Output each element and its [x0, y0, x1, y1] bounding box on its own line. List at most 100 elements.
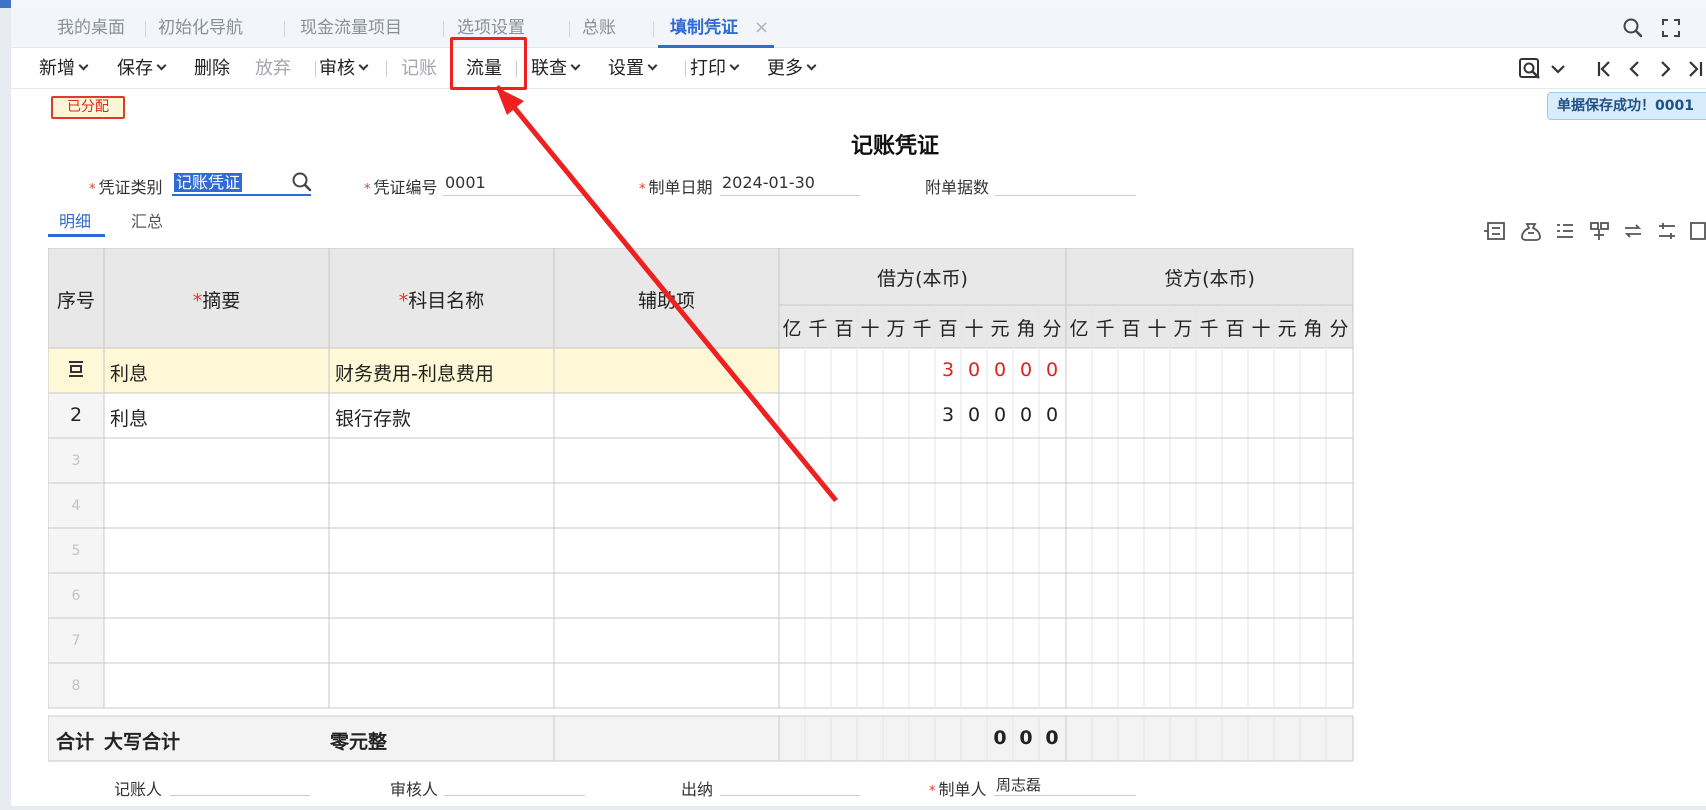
debit-unit-header: 千 [912, 318, 932, 340]
tab-detail[interactable]: 明细 [59, 208, 91, 232]
split-icon[interactable] [1590, 222, 1609, 240]
row-seq: 3 [71, 453, 81, 469]
bottom-strip [11, 806, 1706, 810]
credit-unit-header: 百 [1121, 318, 1141, 340]
credit-unit-header: 千 [1095, 318, 1115, 340]
tab-summary[interactable]: 汇总 [131, 208, 163, 232]
audit-button-label: 审核 [319, 58, 355, 79]
settings-button[interactable]: 设置 [608, 48, 658, 89]
adjust-icon[interactable] [1659, 223, 1675, 239]
date-input[interactable]: 2024-01-30 [720, 170, 860, 196]
active-tab-indicator [48, 234, 105, 237]
tab-separator [653, 21, 654, 37]
tab-bar: 我的桌面 初始化导航 现金流量项目 选项设置 总账 填制凭证 × [11, 8, 1706, 48]
last-record-icon[interactable] [1682, 56, 1706, 82]
print-button[interactable]: 打印 [690, 48, 740, 89]
first-record-icon[interactable] [1592, 56, 1618, 82]
toolbar-separator [386, 61, 387, 77]
header-summary: *摘要 [104, 286, 329, 313]
next-record-icon[interactable] [1652, 56, 1678, 82]
list-edit-icon[interactable] [1557, 224, 1573, 238]
toolbar: 新增 保存 删除 放弃 审核 记账 流量 联查 设置 打印 更多 [11, 48, 1706, 89]
post-button[interactable]: 记账 [401, 48, 437, 89]
debit-digit: 0 [993, 359, 1007, 381]
credit-unit-header: 角 [1303, 318, 1323, 340]
debit-unit-header: 十 [964, 318, 984, 340]
row-background [48, 663, 1353, 708]
debit-unit-header: 十 [860, 318, 880, 340]
chevron-down-icon [78, 60, 89, 71]
search-icon[interactable] [290, 170, 314, 194]
header-account: *科目名称 [329, 286, 554, 313]
credit-unit-header: 十 [1251, 318, 1271, 340]
audit-button[interactable]: 审核 [319, 48, 369, 89]
preparer-label: * 制单人 [929, 776, 987, 800]
tab-close-icon[interactable]: × [754, 8, 769, 48]
save-button-label: 保存 [117, 58, 153, 79]
required-mark: * [192, 290, 203, 312]
left-side-strip [0, 0, 11, 810]
exchange-icon[interactable] [1624, 224, 1642, 238]
toolbar-separator [685, 61, 686, 77]
header-seq: 序号 [56, 290, 95, 312]
row-seq: 4 [71, 498, 81, 514]
tab-fill-voucher[interactable]: 填制凭证 [658, 8, 774, 48]
row-insert-icon[interactable] [67, 360, 85, 378]
money-bag-icon[interactable] [1521, 223, 1541, 241]
header-summary-text: 摘要 [202, 290, 241, 312]
header-auxiliary: 辅助项 [637, 290, 695, 312]
debit-unit-header: 万 [886, 318, 906, 340]
preparer-label-text: 制单人 [938, 780, 987, 799]
attachments-input[interactable] [995, 170, 1136, 196]
required-mark: * [639, 182, 646, 197]
bookkeeper-input[interactable] [170, 774, 310, 796]
number-label: * 凭证编号 [364, 174, 438, 198]
insert-row-icon[interactable] [1484, 222, 1505, 240]
row-summary[interactable]: 利息 [110, 404, 148, 431]
uppercase-total-label: 大写合计 [104, 731, 181, 753]
date-label: * 制单日期 [639, 174, 713, 198]
cashier-input[interactable] [720, 774, 860, 796]
row-seq: 8 [71, 678, 81, 694]
preparer-input[interactable]: 周志磊 [994, 774, 1136, 796]
debit-digit: 0 [1019, 359, 1033, 381]
debit-digit: 0 [1045, 404, 1059, 426]
tab-separator [443, 21, 444, 37]
discard-button[interactable]: 放弃 [255, 48, 291, 89]
chevron-down-icon [806, 60, 817, 71]
row-seq: 2 [69, 404, 83, 426]
save-button[interactable]: 保存 [117, 48, 167, 89]
row-background [48, 573, 1353, 618]
preview-icon[interactable] [1517, 56, 1543, 82]
window-top-edge [11, 0, 1706, 8]
row-summary[interactable]: 利息 [110, 359, 148, 386]
credit-unit-header: 千 [1199, 318, 1219, 340]
tab-my-desktop[interactable]: 我的桌面 [57, 8, 125, 48]
chevron-down-icon[interactable] [1545, 56, 1571, 82]
new-button[interactable]: 新增 [39, 48, 89, 89]
column-settings-icon[interactable] [1690, 222, 1706, 240]
reviewer-input[interactable] [444, 774, 585, 796]
total-debit-digit: 0 [1019, 727, 1033, 749]
save-success-toast: 单据保存成功！0001 [1547, 92, 1706, 120]
credit-unit-header: 亿 [1069, 318, 1089, 340]
toolbar-separator [315, 61, 316, 77]
row-background [48, 528, 1353, 573]
row-account[interactable]: 银行存款 [335, 404, 411, 431]
voucher-title: 记账凭证 [850, 134, 939, 159]
credit-unit-header: 百 [1225, 318, 1245, 340]
tab-cashflow-items[interactable]: 现金流量项目 [300, 8, 402, 48]
tab-general-ledger[interactable]: 总账 [582, 8, 616, 48]
row-account[interactable]: 财务费用-利息费用 [335, 359, 494, 386]
prev-record-icon[interactable] [1622, 56, 1648, 82]
delete-button[interactable]: 删除 [194, 48, 230, 89]
credit-unit-header: 万 [1173, 318, 1193, 340]
more-button[interactable]: 更多 [767, 48, 817, 89]
tab-init-nav[interactable]: 初始化导航 [158, 8, 243, 48]
number-input[interactable]: 0001 [443, 170, 583, 196]
search-icon[interactable] [1621, 16, 1645, 40]
debit-digit: 0 [967, 359, 981, 381]
chevron-down-icon [156, 60, 167, 71]
fullscreen-icon[interactable] [1659, 16, 1683, 40]
linked-query-button[interactable]: 联查 [531, 48, 581, 89]
